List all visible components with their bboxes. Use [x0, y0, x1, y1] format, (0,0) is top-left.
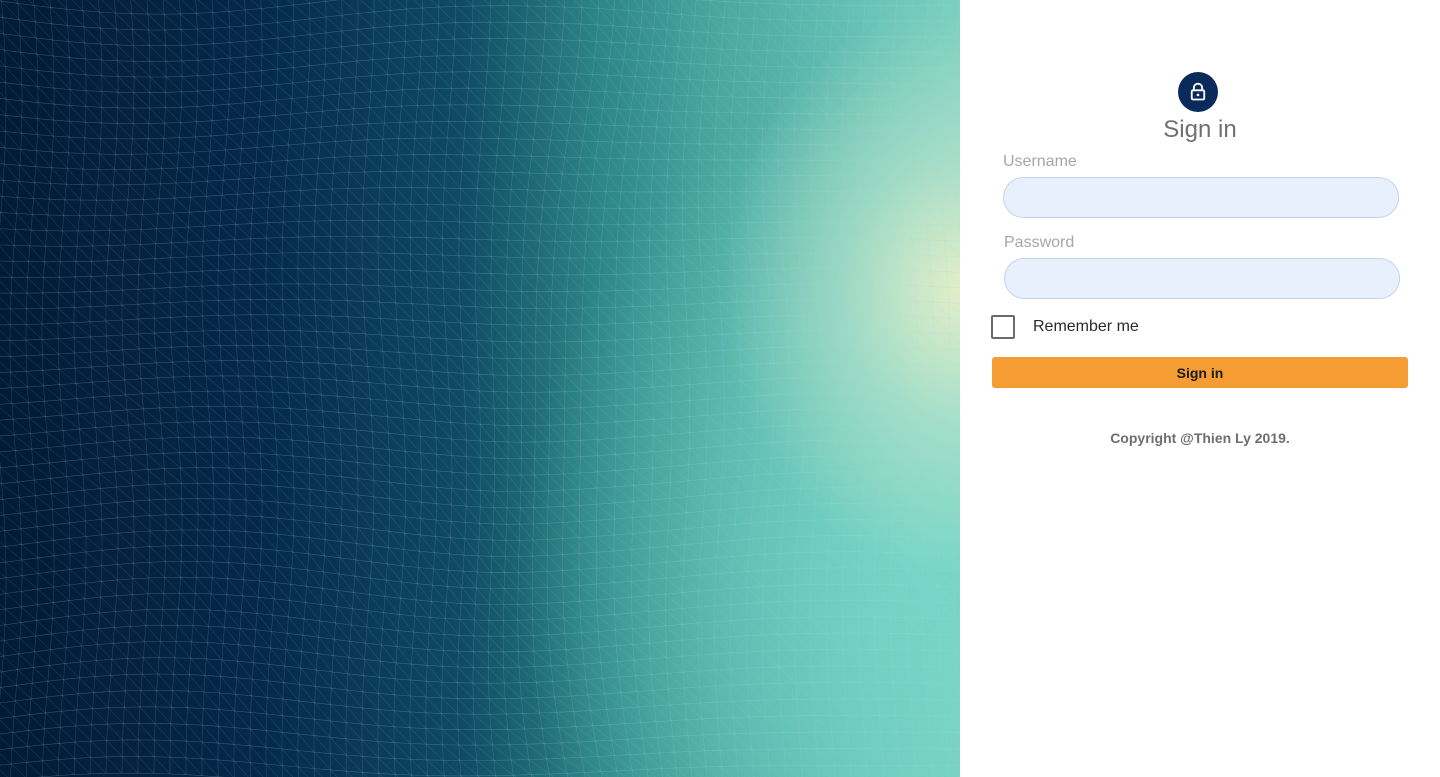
copyright-text: Copyright @Thien Ly 2019.	[1110, 430, 1290, 446]
hero-background-image	[0, 0, 960, 777]
wireframe-mesh-graphic	[0, 0, 960, 777]
password-input[interactable]	[1004, 258, 1400, 299]
login-page: Sign in Username Password Remember me Si…	[0, 0, 1440, 777]
remember-me-checkbox[interactable]	[991, 315, 1015, 339]
password-label: Password	[1004, 234, 1075, 251]
username-label: Username	[1003, 153, 1077, 170]
lock-icon	[1190, 82, 1206, 101]
username-input[interactable]	[1003, 177, 1399, 218]
login-panel: Sign in Username Password Remember me Si…	[960, 0, 1440, 777]
page-title: Sign in	[1163, 116, 1237, 143]
remember-me-label: Remember me	[1033, 318, 1139, 335]
sign-in-button[interactable]: Sign in	[992, 357, 1408, 388]
lock-avatar	[1178, 72, 1218, 112]
